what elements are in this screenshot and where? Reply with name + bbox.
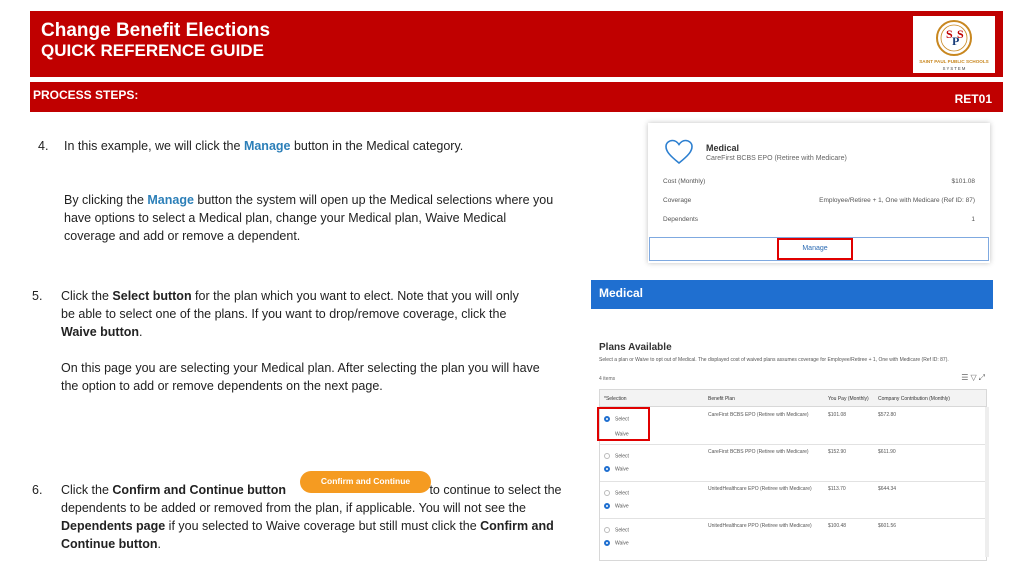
you-pay-cell: $152.90 xyxy=(828,449,847,455)
contribution-cell: $644.34 xyxy=(878,486,897,492)
column-header: Benefit Plan xyxy=(708,396,735,402)
items-count: 4 items xyxy=(599,376,616,382)
expand-icon[interactable]: ⤢ xyxy=(979,373,987,382)
contribution-cell: $572.80 xyxy=(878,412,897,418)
column-header: You Pay (Monthly) xyxy=(828,396,869,402)
radio-icon[interactable] xyxy=(604,453,610,459)
waive-option[interactable]: Waive xyxy=(604,466,629,472)
manage-bar: Manage xyxy=(649,237,989,261)
card-row: Dependents 1 xyxy=(663,216,975,223)
select-highlight-box xyxy=(597,407,650,441)
process-steps-bar: PROCESS STEPS: RET01 xyxy=(30,82,1003,112)
table-toolbar: ☰▽⤢ xyxy=(961,373,987,383)
step-4-number: 4. xyxy=(38,139,49,153)
plans-title: Plans Available xyxy=(599,342,672,353)
you-pay-cell: $101.08 xyxy=(828,412,847,418)
column-header: Company Contribution (Monthly) xyxy=(878,396,950,402)
step-4-text: In this example, we will click the Manag… xyxy=(64,139,464,153)
process-steps-label: PROCESS STEPS: xyxy=(33,88,139,102)
card-row: Coverage Employee/Retiree + 1, One with M… xyxy=(663,197,975,204)
table-row: Select Waive CareFirst BCBS EPO (Retiree… xyxy=(600,408,986,445)
manage-button[interactable]: Manage xyxy=(777,238,853,260)
benefit-plan-cell: CareFirst BCBS PPO (Retiree with Medicar… xyxy=(708,449,809,455)
radio-selected-icon[interactable] xyxy=(604,540,610,546)
waive-option[interactable]: Waive xyxy=(604,503,629,509)
sps-logo: S P S SAINT PAUL PUBLIC SCHOOLS S Y S T … xyxy=(913,16,995,73)
benefit-plan-cell: UnitedHealthcare EPO (Retiree with Medic… xyxy=(708,486,812,492)
guide-subtitle: QUICK REFERENCE GUIDE xyxy=(41,41,264,60)
plans-table: *Selection Benefit Plan You Pay (Monthly… xyxy=(599,389,987,561)
medical-card-plan: CareFirst BCBS EPO (Retiree with Medicar… xyxy=(706,155,847,162)
step-5-explanation: On this page you are selecting your Medi… xyxy=(61,361,540,393)
step-5-text: Click the Select button for the plan whi… xyxy=(61,289,519,339)
benefit-plan-cell: CareFirst BCBS EPO (Retiree with Medicar… xyxy=(708,412,809,418)
header-banner: Change Benefit Elections QUICK REFERENCE… xyxy=(30,11,1003,77)
select-option[interactable]: Select xyxy=(604,527,629,533)
step-6-number: 6. xyxy=(32,483,43,497)
step-5-number: 5. xyxy=(32,289,43,303)
select-option[interactable]: Select xyxy=(604,453,629,459)
you-pay-cell: $113.70 xyxy=(828,486,846,492)
radio-icon[interactable] xyxy=(604,490,610,496)
svg-text:S: S xyxy=(957,27,964,41)
contribution-cell: $601.56 xyxy=(878,523,897,529)
heart-icon xyxy=(664,138,694,171)
table-row: Select Waive UnitedHealthcare EPO (Retir… xyxy=(600,482,986,519)
radio-icon[interactable] xyxy=(604,527,610,533)
process-code: RET01 xyxy=(954,92,992,106)
table-scrollbar[interactable] xyxy=(985,407,989,557)
radio-selected-icon[interactable] xyxy=(604,466,610,472)
table-row: Select Waive CareFirst BCBS PPO (Retiree… xyxy=(600,445,986,482)
plans-description: Select a plan or Waive to opt out of Med… xyxy=(599,357,949,363)
plans-available-panel: Plans Available Select a plan or Waive t… xyxy=(591,309,993,564)
svg-text:S Y S T E M: S Y S T E M xyxy=(943,66,966,71)
confirm-and-continue-button[interactable]: Confirm and Continue xyxy=(300,471,431,493)
medical-card-title: Medical xyxy=(706,143,740,153)
filter-funnel-icon[interactable]: ▽ xyxy=(970,373,978,382)
medical-header-title: Medical xyxy=(599,286,644,300)
medical-header-bar: Medical xyxy=(591,280,993,309)
guide-title: Change Benefit Elections xyxy=(41,20,271,41)
table-row: Select Waive UnitedHealthcare PPO (Retir… xyxy=(600,519,986,556)
benefit-plan-cell: UnitedHealthcare PPO (Retiree with Medic… xyxy=(708,523,812,529)
card-row: Cost (Monthly) $101.08 xyxy=(663,178,975,185)
svg-text:SAINT PAUL PUBLIC SCHOOLS: SAINT PAUL PUBLIC SCHOOLS xyxy=(919,59,989,64)
contribution-cell: $611.90 xyxy=(878,449,896,455)
table-header: *Selection Benefit Plan You Pay (Monthly… xyxy=(600,390,986,407)
waive-option[interactable]: Waive xyxy=(604,540,629,546)
medical-benefit-card: Medical CareFirst BCBS EPO (Retiree with… xyxy=(648,123,990,263)
radio-selected-icon[interactable] xyxy=(604,503,610,509)
step-4-explanation: By clicking the Manage button the system… xyxy=(64,193,554,243)
select-option[interactable]: Select xyxy=(604,490,629,496)
you-pay-cell: $100.48 xyxy=(828,523,847,529)
column-header: *Selection xyxy=(604,396,627,402)
